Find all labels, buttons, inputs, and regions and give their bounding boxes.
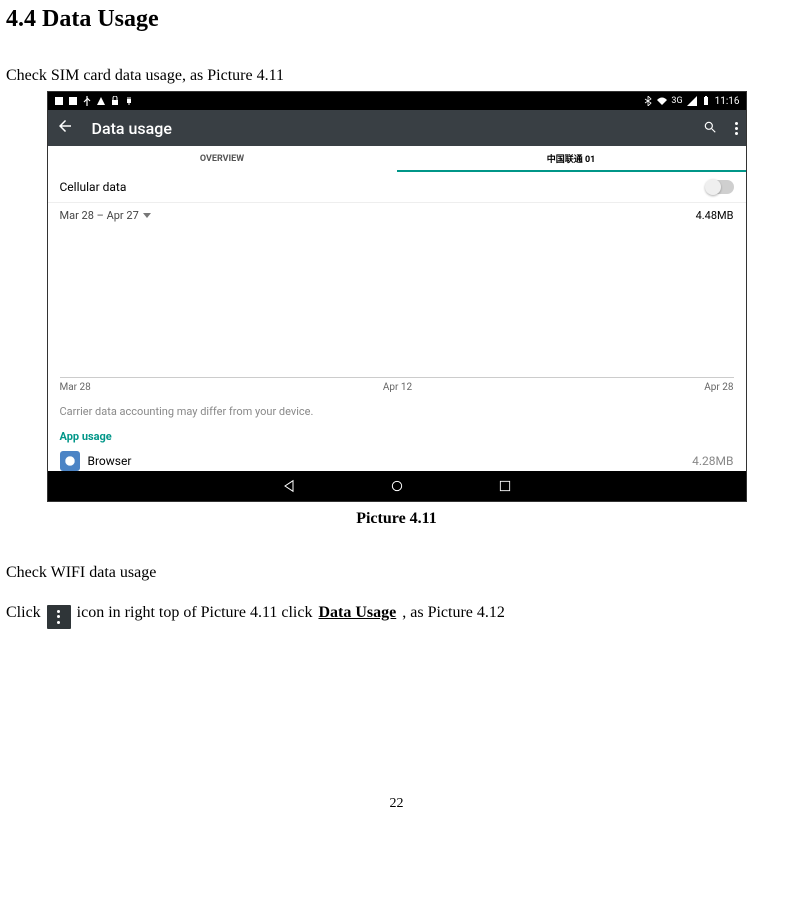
click-suffix: , as Picture 4.12 [402,600,505,626]
screenshot-figure: 3G 11:16 Data usage OVERVIEW 中国联通 01 Cel… [47,91,747,502]
intro-text: Check SIM card data usage, as Picture 4.… [6,67,793,85]
signal-icon [687,96,697,106]
chart-x-axis: Mar 28 Apr 12 Apr 28 [48,378,746,399]
date-range-label: Mar 28 – Apr 27 [60,209,139,222]
lock-icon [110,96,120,106]
app-usage-row-browser[interactable]: Browser 4.28MB [48,447,746,471]
tab-overview[interactable]: OVERVIEW [48,146,397,172]
nav-back-icon[interactable] [280,477,298,495]
app-usage-value: 4.28MB [692,454,733,468]
bluetooth-icon [643,96,653,106]
axis-end: Apr 28 [704,382,733,393]
plug-icon [124,96,134,106]
warning-icon [96,96,106,106]
signal-3g-label: 3G [671,96,682,106]
nav-home-icon[interactable] [388,477,406,495]
click-instruction: Click icon in right top of Picture 4.11 … [6,600,793,626]
click-mid: icon in right top of Picture 4.11 click [77,600,313,626]
click-prefix: Click [6,600,41,626]
cellular-data-label: Cellular data [60,180,127,194]
total-usage-value: 4.48MB [696,209,734,222]
date-range-picker[interactable]: Mar 28 – Apr 27 [60,209,151,222]
tab-sim[interactable]: 中国联通 01 [397,146,746,172]
click-bold: Data Usage [318,600,396,626]
app-name: Browser [88,454,132,468]
app-bar: Data usage [48,110,746,146]
app-usage-heading: App usage [48,424,746,447]
cellular-data-toggle[interactable] [706,180,734,194]
page-number: 22 [0,796,793,812]
usage-summary-row: Mar 28 – Apr 27 4.48MB [48,203,746,228]
navigation-bar [48,471,746,501]
carrier-disclaimer: Carrier data accounting may differ from … [48,399,746,424]
browser-icon [60,451,80,471]
battery-icon [701,96,711,106]
rect1-icon [54,96,64,106]
overflow-menu-icon[interactable] [735,122,738,135]
tab-bar: OVERVIEW 中国联通 01 [48,146,746,172]
figure-caption: Picture 4.11 [0,510,793,528]
chevron-down-icon [143,213,151,218]
clock-time: 11:16 [715,96,740,107]
usage-chart [60,230,734,378]
wifi-heading: Check WIFI data usage [6,564,793,582]
cellular-data-row: Cellular data [48,172,746,203]
app-title: Data usage [92,119,685,138]
usb-icon [82,96,92,106]
nav-recent-icon[interactable] [496,477,514,495]
search-icon[interactable] [703,119,717,138]
rect2-icon [68,96,78,106]
status-bar: 3G 11:16 [48,92,746,110]
axis-start: Mar 28 [60,382,91,393]
overflow-menu-inline-icon [47,605,71,629]
section-heading: 4.4 Data Usage [6,6,793,33]
axis-mid: Apr 12 [383,382,412,393]
back-icon[interactable] [56,117,74,139]
wifi-icon [657,96,667,106]
